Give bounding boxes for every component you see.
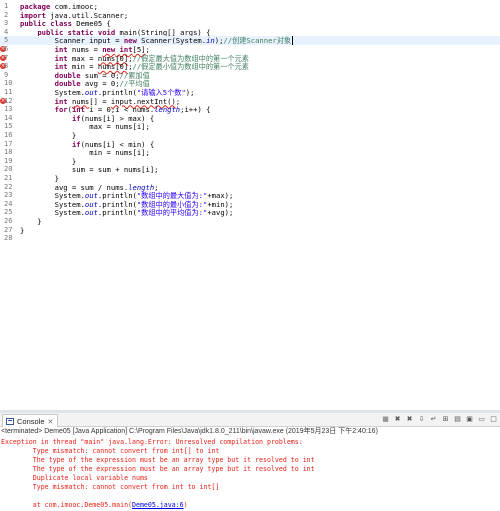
- stack-trace-link[interactable]: Deme05.java:6: [132, 501, 184, 509]
- stop-icon[interactable]: ■: [381, 415, 390, 424]
- console-output-line: Duplicate local variable nums: [1, 474, 148, 482]
- console-output-line: Type mismatch: cannot convert from int t…: [1, 483, 220, 491]
- pin-icon[interactable]: ⊞: [441, 415, 450, 424]
- console-header: Console ✕ ■ ✖ ✖ ⇩ ↵ ⊞ ▤ ▣ ▭ □: [0, 413, 500, 427]
- line-number: 28: [4, 234, 13, 243]
- console-status-line: <terminated> Deme05 [Java Application] C…: [1, 428, 378, 435]
- tab-console[interactable]: Console ✕: [2, 414, 59, 427]
- console-output-line: Exception in thread "main" java.lang.Err…: [1, 438, 307, 446]
- console-icon: [6, 418, 14, 425]
- word-wrap-icon[interactable]: ↵: [429, 415, 438, 424]
- code-line[interactable]: 28: [0, 234, 500, 243]
- console-output[interactable]: <terminated> Deme05 [Java Application] C…: [0, 427, 500, 511]
- tab-console-label: Console: [17, 417, 45, 426]
- code-editor[interactable]: 1 package com.imooc; 2 import java.util.Sca…: [0, 0, 500, 410]
- console-output-line: at com.imooc.Deme05.main(Deme05.java:6): [1, 501, 188, 509]
- console-toolbar: ■ ✖ ✖ ⇩ ↵ ⊞ ▤ ▣ ▭ □: [381, 415, 498, 425]
- remove-launch-icon[interactable]: ✖: [393, 415, 402, 424]
- open-console-icon[interactable]: ▣: [465, 415, 474, 424]
- console-output-line: Type mismatch: cannot convert from int[]…: [1, 447, 220, 455]
- console-output-line: The type of the expression must be an ar…: [1, 465, 315, 473]
- scroll-lock-icon[interactable]: ⇩: [417, 415, 426, 424]
- minimize-icon[interactable]: ▭: [477, 415, 486, 424]
- console-output-line: The type of the expression must be an ar…: [1, 456, 315, 464]
- close-icon[interactable]: ✕: [48, 419, 54, 426]
- display-console-icon[interactable]: ▤: [453, 415, 462, 424]
- remove-all-icon[interactable]: ✖: [405, 415, 414, 424]
- maximize-icon[interactable]: □: [489, 415, 498, 424]
